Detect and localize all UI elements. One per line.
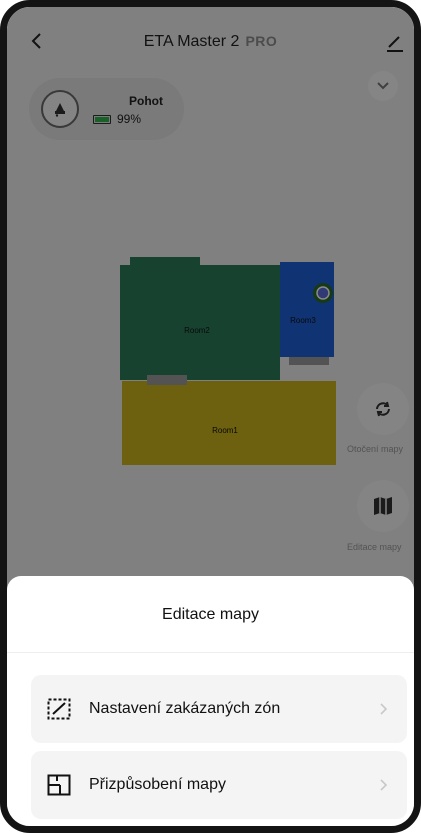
chevron-right-icon: [380, 703, 388, 715]
floorplan-icon: [47, 774, 71, 796]
item-label: Přizpůsobení mapy: [89, 776, 226, 793]
chevron-right-icon: [380, 779, 388, 791]
phone-frame: ETA Master 2 PRO Pohot 99% Room2 Room3 R…: [0, 0, 421, 833]
item-label: Nastavení zakázaných zón: [89, 700, 281, 717]
bottom-sheet: Editace mapy Nastavení zakázaných zón Př…: [7, 576, 414, 826]
divider: [7, 652, 414, 653]
screen: ETA Master 2 PRO Pohot 99% Room2 Room3 R…: [0, 0, 421, 833]
app-screen: ETA Master 2 PRO Pohot 99% Room2 Room3 R…: [7, 7, 414, 826]
restricted-zone-icon: [47, 698, 71, 720]
customize-map-item[interactable]: Přizpůsobení mapy: [31, 751, 407, 819]
sheet-title: Editace mapy: [162, 606, 259, 623]
restricted-zones-item[interactable]: Nastavení zakázaných zón: [31, 675, 407, 743]
